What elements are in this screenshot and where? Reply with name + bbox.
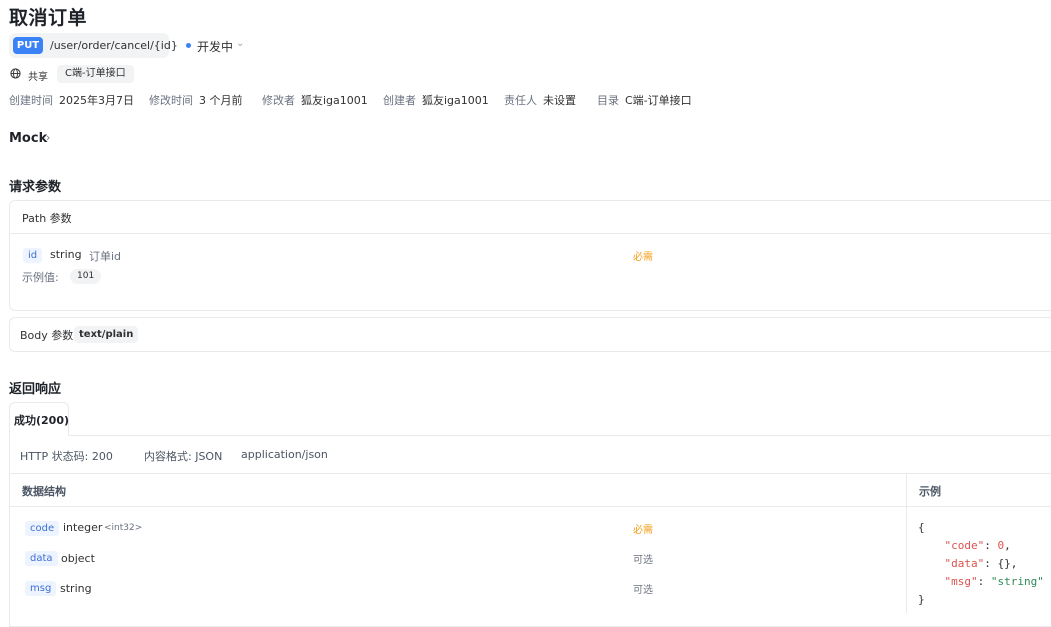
folder-tag[interactable]: C端-订单接口 [57, 65, 134, 83]
body-content-type: text/plain [74, 326, 139, 343]
meta-created: 创建时间 2025年3月7日 [9, 94, 134, 107]
param-type: string [50, 248, 82, 261]
path-params-label: Path 参数 [22, 212, 72, 225]
divider [10, 233, 1051, 234]
request-params-heading: 请求参数 [9, 180, 62, 195]
required-badge: 必需 [633, 525, 653, 536]
divider [10, 506, 1051, 507]
field-type: integer [63, 521, 103, 534]
response-heading: 返回响应 [9, 382, 62, 397]
globe-icon [10, 68, 21, 79]
method-badge: PUT [13, 37, 43, 54]
share-label[interactable]: 共享 [28, 68, 48, 83]
optional-badge: 可选 [633, 585, 653, 596]
field-name-code: code [25, 521, 60, 536]
meta-modifier: 修改者 狐友iga1001 [262, 94, 368, 107]
example-value: 101 [70, 269, 102, 284]
status-dropdown[interactable]: 开发中 [197, 38, 233, 55]
path-params-panel [9, 200, 1051, 311]
param-desc: 订单id [89, 250, 122, 263]
body-params-label: Body 参数 [20, 329, 74, 342]
required-badge: 必需 [633, 252, 653, 263]
meta-modified: 修改时间 3 个月前 [149, 94, 243, 107]
field-type: object [61, 552, 95, 565]
schema-header: 数据结构 [22, 485, 66, 498]
chevron-right-icon[interactable]: › [46, 131, 50, 144]
column-divider [906, 474, 907, 613]
example-label: 示例值: [22, 271, 59, 284]
http-status: HTTP 状态码: 200 [20, 450, 113, 463]
chevron-down-icon[interactable]: ⌄ [236, 38, 244, 49]
meta-creator: 创建者 狐友iga1001 [383, 94, 489, 107]
endpoint-path[interactable]: /user/order/cancel/{id} [50, 39, 178, 52]
example-json: { "code": 0, "data": {}, "msg": "string"… [918, 521, 1044, 606]
mock-toggle[interactable]: Mock [9, 131, 47, 146]
tab-success-200-label[interactable]: 成功(200) [14, 412, 69, 428]
page-title: 取消订单 [9, 7, 88, 29]
content-format: 内容格式: JSON [144, 450, 223, 463]
meta-owner: 责任人 未设置 [504, 94, 576, 107]
divider [10, 473, 1051, 474]
body-params-panel [9, 317, 1051, 352]
meta-directory: 目录 C端-订单接口 [597, 94, 692, 107]
example-header: 示例 [919, 485, 941, 498]
field-type: string [60, 582, 92, 595]
param-name-id: id [23, 248, 43, 263]
status-dot-icon [186, 43, 191, 48]
content-type: application/json [241, 448, 328, 461]
field-name-data: data [25, 551, 58, 566]
optional-badge: 可选 [633, 555, 653, 566]
field-name-msg: msg [25, 581, 57, 596]
field-subtype: <int32> [104, 523, 143, 533]
